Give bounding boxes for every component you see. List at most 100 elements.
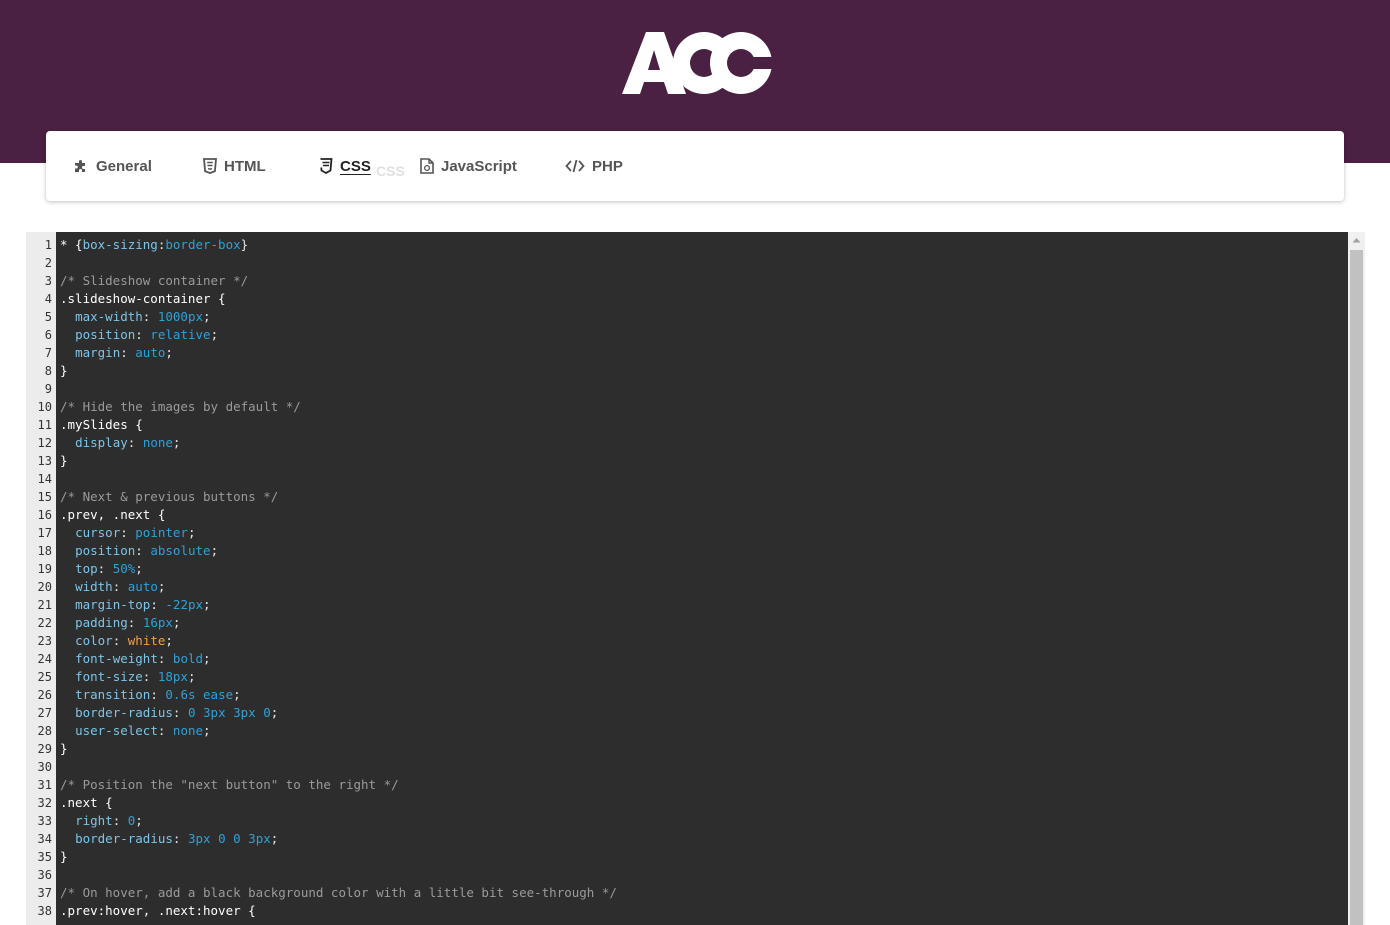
code-line: 38 .prev:hover, .next:hover { — [26, 902, 1348, 920]
line-number: 20 — [37, 580, 52, 594]
code-token: : — [112, 579, 128, 594]
scroll-thumb[interactable] — [1350, 250, 1363, 925]
code-token: ; — [210, 543, 219, 558]
code-text: /* Next & previous buttons */ — [56, 488, 278, 506]
line-number: 17 — [37, 526, 52, 540]
code-token: border-radius — [75, 705, 173, 720]
code-token: * { — [60, 237, 83, 252]
code-token: cursor — [75, 525, 121, 540]
line-number: 14 — [37, 472, 52, 486]
code-token: .prev, .next { — [60, 507, 166, 522]
code-token: : — [142, 309, 158, 324]
code-line: 5 max-width: 1000px; — [26, 308, 1348, 326]
code-line: 36 — [26, 866, 1348, 884]
html5-icon — [203, 158, 217, 174]
line-number: 3 — [44, 274, 52, 288]
line-number: 38 — [37, 904, 52, 918]
code-token: none — [142, 435, 173, 450]
code-text: max-width: 1000px; — [56, 308, 210, 326]
code-token: 0.6s — [165, 687, 196, 702]
code-token: 1000px — [157, 309, 204, 324]
line-number: 31 — [37, 778, 52, 792]
code-token: 16px — [142, 615, 173, 630]
code-token: ; — [270, 705, 279, 720]
code-text: margin: auto; — [56, 344, 173, 362]
code-token: 50% — [112, 561, 136, 576]
code-editor[interactable]: 1 * {box-sizing:border-box} 2 3/* Slideshow… — [26, 232, 1348, 925]
code-token: white — [127, 633, 166, 648]
tab-html[interactable]: HTML — [203, 131, 266, 201]
code-icon — [565, 159, 585, 173]
line-number: 13 — [37, 454, 52, 468]
code-token: ; — [203, 597, 211, 612]
code-line: 34 border-radius: 3px 0 0 3px; — [26, 830, 1348, 848]
code-line: 3 /* Slideshow container */ — [26, 272, 1348, 290]
code-line: 33 right: 0; — [26, 812, 1348, 830]
code-line: 17 cursor: pointer; — [26, 524, 1348, 542]
code-text: } — [56, 740, 68, 758]
line-number: 4 — [44, 292, 52, 306]
code-token: .next { — [60, 795, 113, 810]
code-token: : — [172, 831, 188, 846]
line-number: 22 — [37, 616, 52, 630]
code-text: .prev, .next { — [56, 506, 165, 524]
tab-php[interactable]: PHP — [565, 131, 623, 201]
code-token: ; — [233, 687, 241, 702]
code-token: : — [97, 561, 113, 576]
line-number: 19 — [37, 562, 52, 576]
editor-scrollbar[interactable] — [1348, 232, 1365, 925]
code-token: ; — [270, 831, 279, 846]
tab-general[interactable]: General — [73, 131, 152, 201]
code-token: ease — [203, 687, 234, 702]
code-text: .mySlides { — [56, 416, 143, 434]
code-line: 13} — [26, 452, 1348, 470]
code-line: 15 /* Next & previous buttons */ — [26, 488, 1348, 506]
code-token: transition — [75, 687, 151, 702]
code-token: border-box — [165, 237, 241, 252]
line-number: 34 — [37, 832, 52, 846]
code-token: padding — [75, 615, 128, 630]
scroll-up-arrow-icon[interactable] — [1348, 232, 1365, 249]
code-token: margin — [75, 345, 121, 360]
code-line: 18 position: absolute; — [26, 542, 1348, 560]
tab-javascript[interactable]: JavaScript — [420, 131, 517, 201]
code-text: position: relative; — [56, 326, 218, 344]
code-token: position — [75, 327, 136, 342]
tab-css[interactable]: CSS — [319, 131, 371, 201]
code-token: } — [60, 741, 68, 756]
code-line: 20 width: auto; — [26, 578, 1348, 596]
code-token: auto — [135, 345, 166, 360]
line-number: 23 — [37, 634, 52, 648]
code-token: ; — [165, 345, 173, 360]
code-content[interactable]: 1 * {box-sizing:border-box} 2 3/* Slideshow… — [26, 236, 1348, 920]
code-text: /* Hide the images by default */ — [56, 398, 301, 416]
code-token: right — [75, 813, 113, 828]
code-line: 2 — [26, 254, 1348, 272]
code-token: position — [75, 543, 136, 558]
code-token: ; — [172, 615, 181, 630]
code-line: 26 transition: 0.6s ease; — [26, 686, 1348, 704]
code-line: 9 — [26, 380, 1348, 398]
code-token: absolute — [150, 543, 211, 558]
line-number: 32 — [37, 796, 52, 810]
line-number: 1 — [44, 238, 52, 252]
code-text: /* Slideshow container */ — [56, 272, 248, 290]
code-token: : — [157, 723, 173, 738]
code-token: none — [172, 723, 204, 738]
code-text: border-radius: 3px 0 0 3px; — [56, 830, 278, 848]
code-token: : — [112, 813, 128, 828]
code-text: width: auto; — [56, 578, 165, 596]
code-token: user-select — [75, 723, 158, 738]
code-text: .next { — [56, 794, 113, 812]
code-line: 6 position: relative; — [26, 326, 1348, 344]
code-token: ; — [165, 633, 173, 648]
code-line: 37 /* On hover, add a black background co… — [26, 884, 1348, 902]
